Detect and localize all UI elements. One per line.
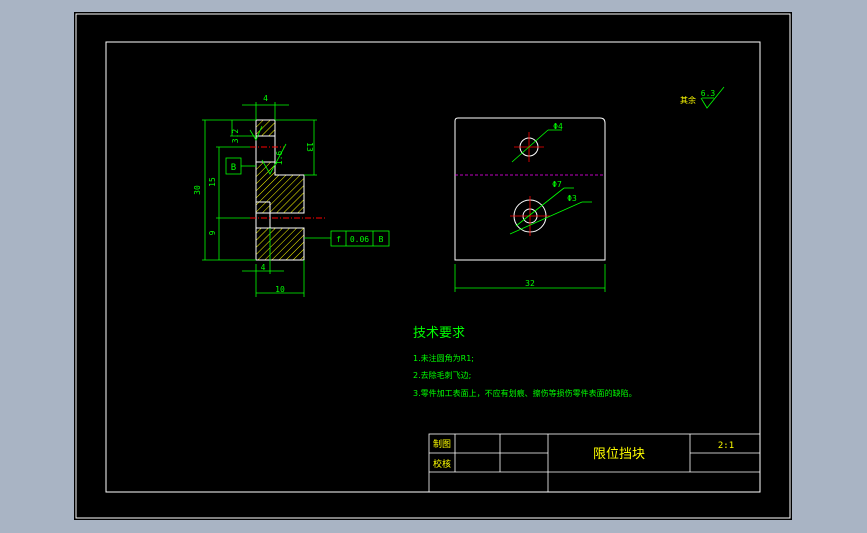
tolerance-value: 0.06 [350,235,369,244]
front-outline [454,117,606,261]
dim-3-2: 3.2 [231,129,240,144]
dim-bottom-4: 4 [261,263,266,272]
drawing-svg: B f 0.06 B 4 30 15 9 3.2 1.6 13 4 10 Φ4 … [75,13,791,519]
surface-finish-note: 其余 6.3 [680,86,725,109]
finish-value: 6.3 [701,89,716,98]
dim-top-width: 4 [263,94,268,103]
dim-9: 9 [208,230,217,235]
tech-title: 技术要求 [413,326,465,341]
section-middle [255,161,305,214]
inner-border [105,41,761,493]
drawn-label: 制图 [433,438,451,450]
part-name: 限位挡块 [593,447,645,462]
dim-15: 15 [208,177,217,187]
checked-label: 校核 [433,458,451,470]
tech-item-1: 1.未注圆角为R1; [413,353,474,363]
side-view: B f 0.06 B 4 30 15 9 3.2 1.6 13 4 10 [193,94,390,297]
scale: 2:1 [718,441,734,451]
dim-hole-top: Φ4 [553,122,563,131]
section-bottom [255,227,305,261]
tech-item-2: 2.去除毛刺飞边; [413,370,471,380]
dim-hole-large: Φ3 [567,194,577,203]
dim-30: 30 [193,185,202,195]
front-view: Φ4 Φ7 Φ3 32 [454,117,606,292]
dim-13: 13 [305,142,314,152]
finish-label: 其余 [680,95,696,105]
title-block [428,433,761,493]
tech-item-3: 3.零件加工表面上，不应有划痕、擦伤等损伤零件表面的缺陷。 [413,388,637,398]
datum-b-label: B [231,163,236,173]
tolerance-symbol: f [336,235,341,244]
drawing-sheet: B f 0.06 B 4 30 15 9 3.2 1.6 13 4 10 Φ4 … [74,12,792,520]
dim-bottom-10: 10 [275,285,285,294]
tolerance-frame: f 0.06 B [330,230,390,247]
dim-hole-small: Φ7 [552,180,562,189]
tolerance-datum: B [379,235,384,244]
dim-width: 32 [525,279,535,288]
cad-viewer-canvas[interactable]: B f 0.06 B 4 30 15 9 3.2 1.6 13 4 10 Φ4 … [0,0,867,533]
tech-requirements: 技术要求 1.未注圆角为R1; 2.去除毛刺飞边; 3.零件加工表面上，不应有划… [413,326,637,398]
dim-1-6: 1.6 [275,151,284,166]
